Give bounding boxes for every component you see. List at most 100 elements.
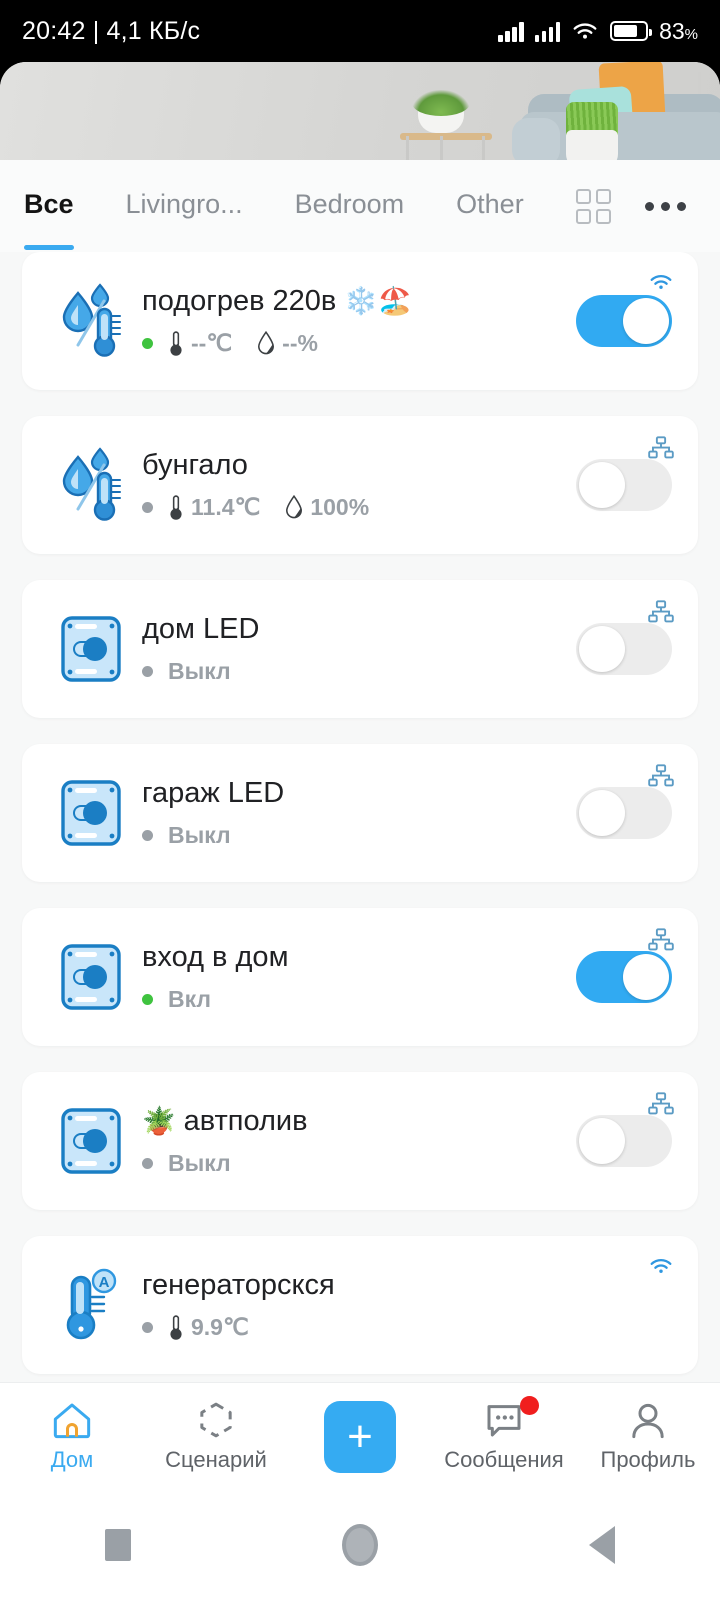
add-device-plus-icon[interactable]: + — [324, 1400, 396, 1473]
temperature-metric: 9.9℃ — [168, 1314, 249, 1341]
device-toggle[interactable] — [576, 1115, 672, 1167]
device-name-row: генераторскся — [142, 1269, 335, 1302]
wifi-icon — [648, 1256, 674, 1281]
home-banner-image — [0, 62, 720, 160]
device-status-row: Выкл — [142, 1150, 576, 1177]
nav-label: Сценарий — [165, 1447, 267, 1472]
device-card-avtopoliv[interactable]: 🪴 автполив Выкл — [22, 1072, 698, 1210]
nav-label: Профиль — [600, 1447, 696, 1472]
status-time-traffic: 20:42 | 4,1 КБ/с — [22, 16, 201, 45]
room-tabs: Все Livingro... Bedroom Other — [0, 160, 720, 252]
device-state-text: Выкл — [168, 1149, 231, 1176]
device-status-row: 11.4℃ 100% — [142, 494, 576, 521]
status-dot-offline — [142, 665, 153, 677]
device-status-row: Вкл — [142, 986, 576, 1013]
relay-switch-icon — [48, 942, 134, 1012]
nav-home[interactable]: Дом — [1, 1400, 143, 1473]
wifi-icon — [648, 272, 674, 297]
relay-switch-icon — [48, 778, 134, 848]
status-indicators: 83% — [498, 18, 698, 45]
device-info: вход в дом Вкл — [134, 941, 576, 1012]
thermometer-icon — [170, 331, 182, 356]
device-name-emoji: ❄️🏖️ — [344, 286, 412, 317]
cellular-signal-icon — [498, 20, 524, 42]
device-card-dom-led[interactable]: дом LED Выкл — [22, 580, 698, 718]
nav-profile[interactable]: Профиль — [577, 1400, 719, 1473]
relay-switch-icon — [48, 614, 134, 684]
device-info: бунгало 11.4℃ 100% — [134, 449, 576, 520]
svg-text:A: A — [99, 1274, 110, 1291]
humidity-metric: 100% — [285, 494, 369, 521]
device-name-row: вход в дом — [142, 941, 289, 974]
device-list[interactable]: подогрев 220в ❄️🏖️ --℃ --% бунгало 11.4℃… — [0, 252, 720, 1490]
device-name-row: 🪴 автполив — [142, 1105, 308, 1138]
device-toggle[interactable] — [576, 951, 672, 1003]
battery-icon — [610, 21, 653, 41]
device-info: 🪴 автполив Выкл — [134, 1105, 576, 1176]
profile-icon — [632, 1403, 664, 1439]
tabs-actions — [576, 188, 696, 224]
nav-messages[interactable]: Сообщения — [433, 1396, 575, 1473]
device-card-vhod-v-dom[interactable]: вход в дом Вкл — [22, 908, 698, 1046]
device-card-garazh-led[interactable]: гараж LED Выкл — [22, 744, 698, 882]
cellular-signal-icon-2 — [534, 20, 561, 42]
device-toggle[interactable] — [576, 295, 672, 347]
home-circle-icon[interactable] — [341, 1524, 378, 1566]
thermometer-icon — [170, 495, 182, 520]
humidity-temperature-sensor-icon — [48, 447, 134, 523]
temperature-metric: --℃ — [168, 330, 232, 357]
back-triangle-icon[interactable] — [588, 1526, 615, 1564]
device-info: гараж LED Выкл — [134, 777, 576, 848]
status-dot-online — [142, 337, 153, 349]
humidity-drop-icon — [286, 495, 303, 519]
nav-add-device[interactable]: + — [289, 1400, 431, 1473]
device-info: генераторскся 9.9℃ — [134, 1269, 672, 1340]
nav-label: Дом — [50, 1447, 94, 1472]
tab-livingroom[interactable]: Livingro... — [126, 189, 243, 224]
humidity-drop-icon — [258, 331, 275, 355]
tab-other[interactable]: Other — [456, 189, 524, 224]
status-bar: 20:42 | 4,1 КБ/с 83% — [0, 0, 720, 62]
home-icon — [53, 1403, 91, 1439]
device-state-text: Выкл — [168, 821, 231, 848]
battery-percent: 83% — [659, 17, 698, 44]
humidity-temperature-sensor-icon — [48, 283, 134, 359]
device-card-generatorskya[interactable]: A генераторскся 9.9℃ — [22, 1236, 698, 1374]
device-name-row: подогрев 220в ❄️🏖️ — [142, 285, 412, 318]
device-status-row: 9.9℃ — [142, 1314, 672, 1341]
device-toggle[interactable] — [576, 787, 672, 839]
relay-switch-icon — [48, 1106, 134, 1176]
tab-bedroom[interactable]: Bedroom — [295, 189, 405, 224]
tab-all[interactable]: Все — [24, 189, 74, 250]
status-dot-offline — [142, 1321, 153, 1333]
scene-icon — [200, 1402, 232, 1438]
grid-view-icon[interactable] — [576, 188, 611, 224]
device-name-row: гараж LED — [142, 777, 285, 810]
device-card-podogrev[interactable]: подогрев 220в ❄️🏖️ --℃ --% — [22, 252, 698, 390]
device-state-text: Вкл — [168, 985, 212, 1012]
temperature-metric: 11.4℃ — [168, 494, 260, 521]
nav-label: Сообщения — [444, 1447, 564, 1472]
device-toggle[interactable] — [576, 623, 672, 675]
status-dot-online — [142, 993, 153, 1005]
status-dot-offline — [142, 1157, 153, 1169]
wifi-icon — [573, 23, 597, 39]
nav-scene[interactable]: Сценарий — [145, 1400, 287, 1473]
device-state-text: Выкл — [168, 657, 231, 684]
thermometer-auto-icon: A — [48, 1267, 134, 1343]
android-system-navigation — [0, 1490, 720, 1600]
status-dot-offline — [142, 501, 153, 513]
more-options-icon[interactable] — [645, 201, 686, 211]
device-status-row: --℃ --% — [142, 330, 576, 357]
device-info: подогрев 220в ❄️🏖️ --℃ --% — [134, 285, 576, 356]
recents-square-icon[interactable] — [105, 1529, 132, 1561]
app-container: Все Livingro... Bedroom Other подогрев 2… — [0, 62, 720, 1490]
phone-screen: 20:42 | 4,1 КБ/с 83% Все Livingro... Bed… — [0, 0, 720, 1600]
device-card-bungalo[interactable]: бунгало 11.4℃ 100% — [22, 416, 698, 554]
device-status-row: Выкл — [142, 822, 576, 849]
humidity-metric: --% — [257, 330, 318, 357]
messages-unread-badge — [520, 1396, 539, 1415]
device-status-row: Выкл — [142, 658, 576, 685]
device-toggle[interactable] — [576, 459, 672, 511]
bottom-navigation: Дом Сценарий + Сообщения Профиль — [0, 1382, 720, 1490]
